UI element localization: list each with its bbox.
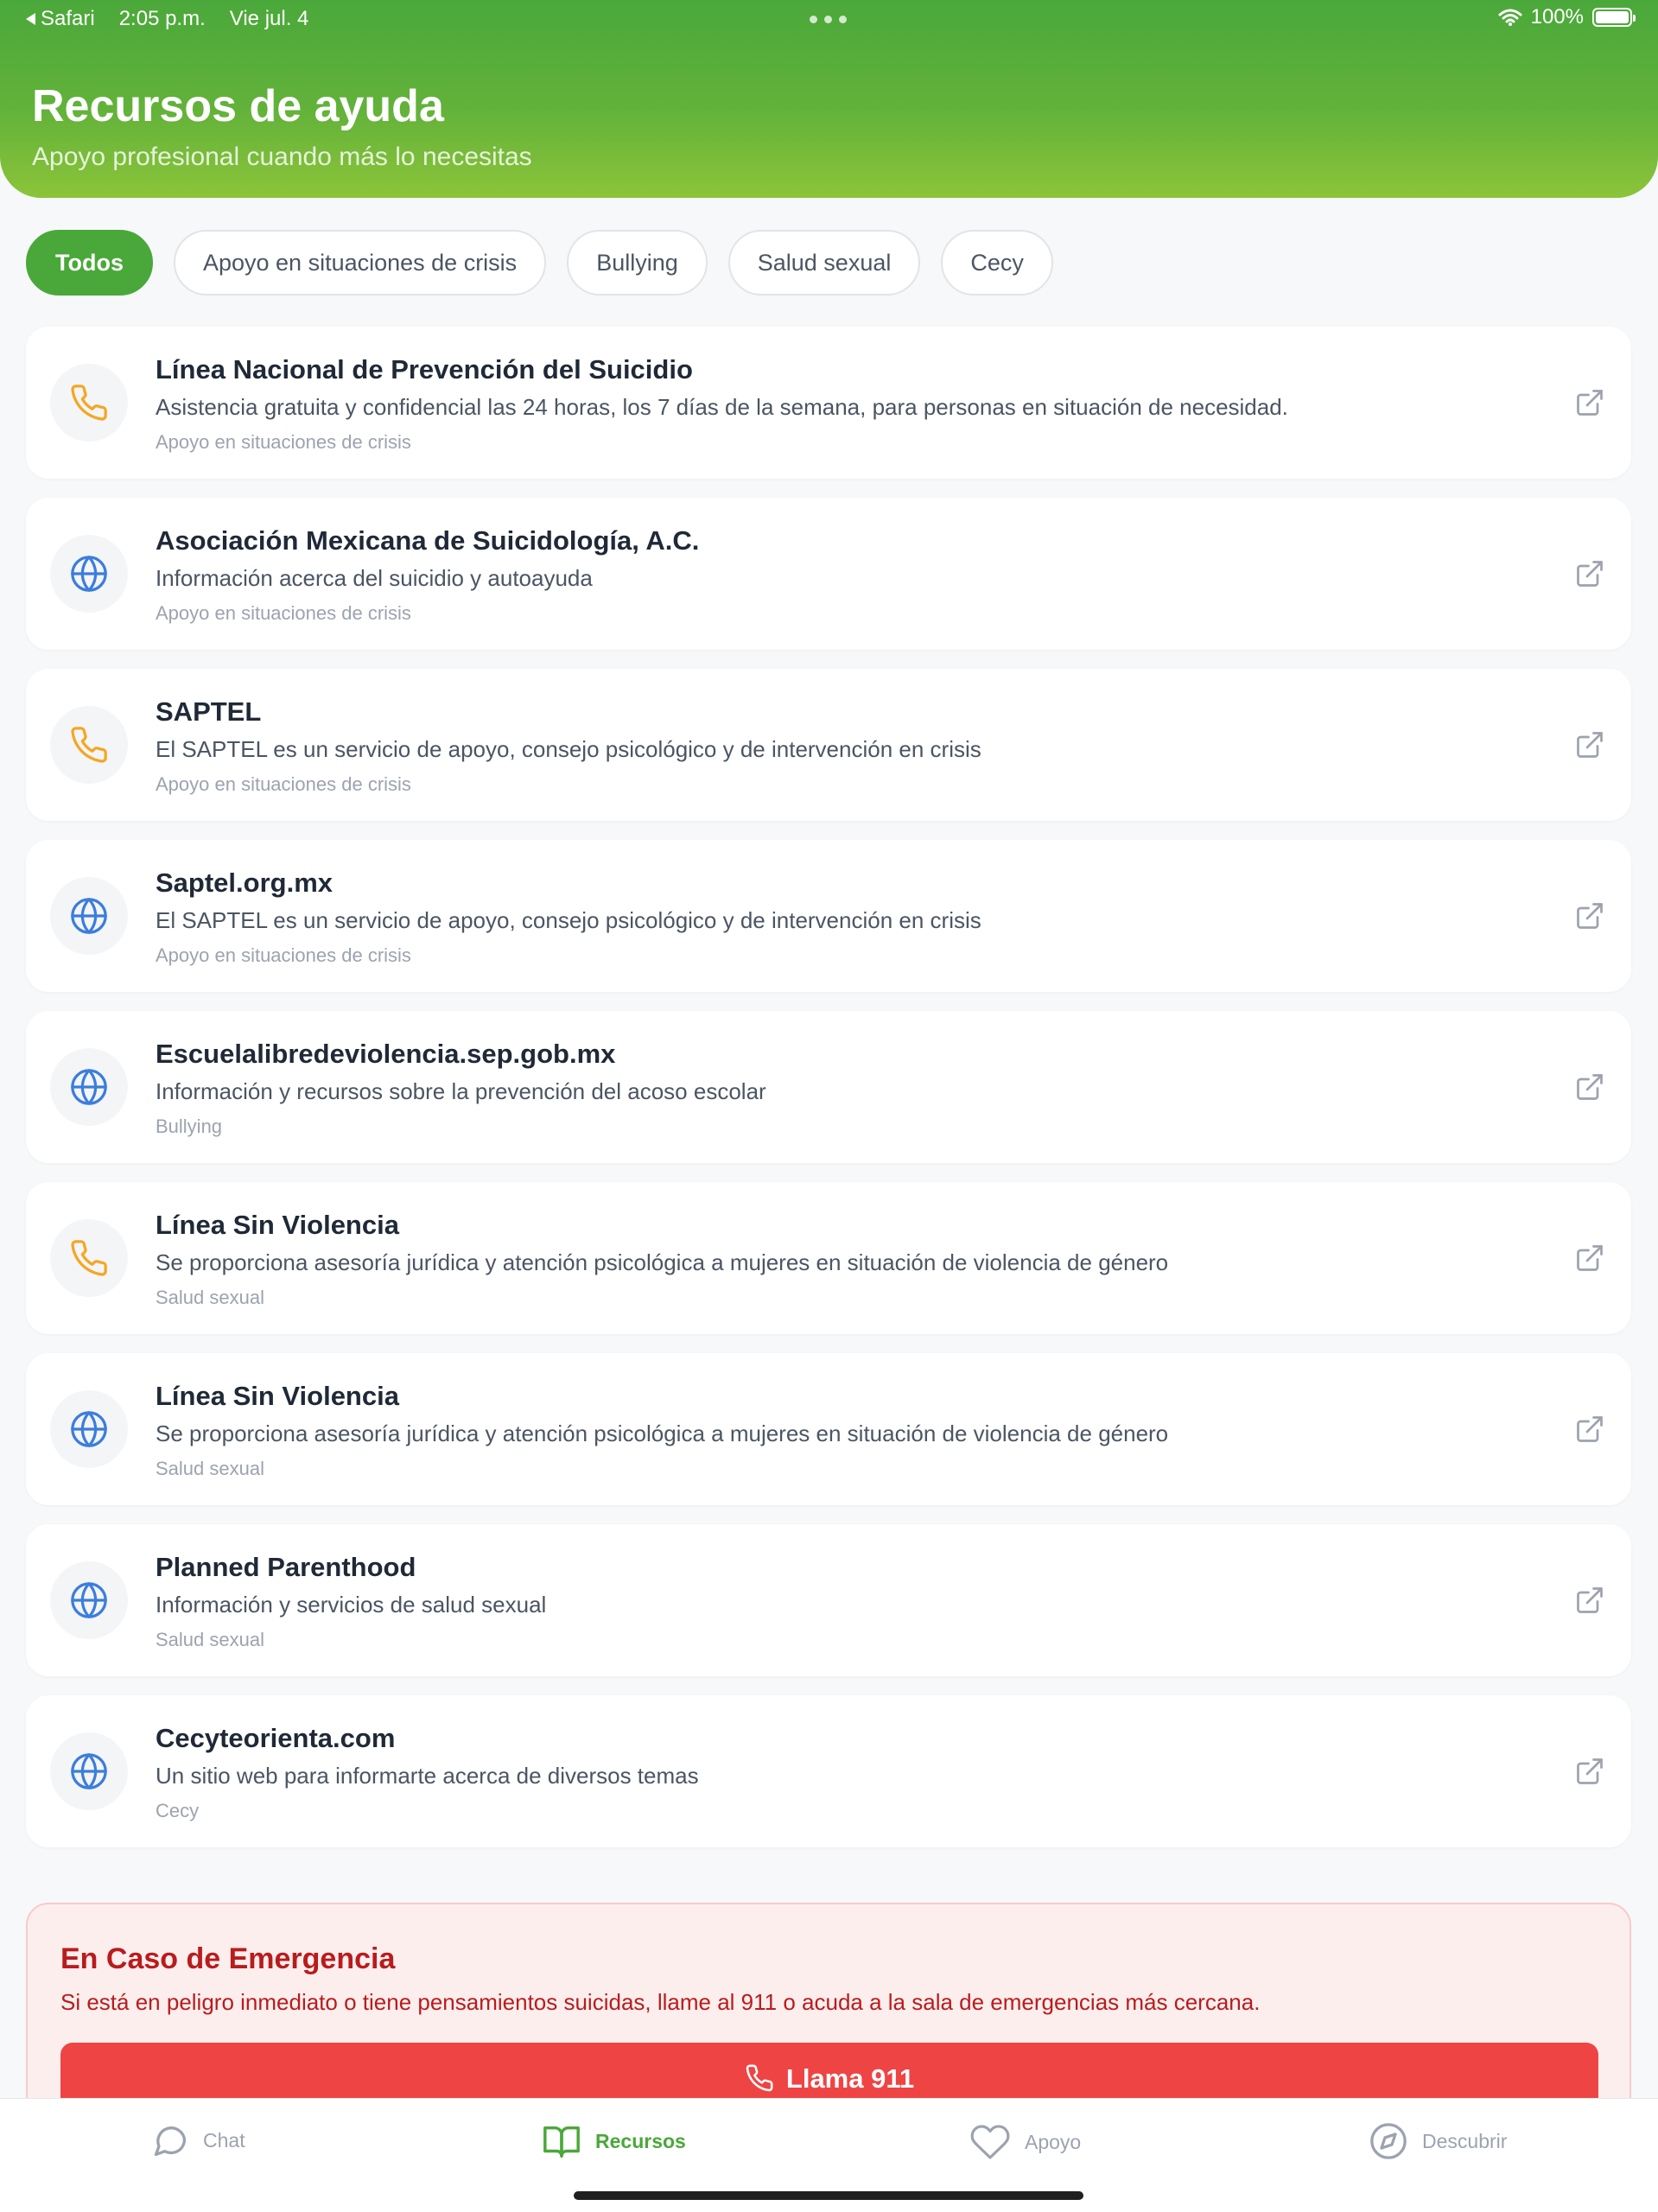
resource-description: Información y servicios de salud sexual (156, 1592, 547, 1618)
external-link-icon[interactable] (1574, 1756, 1605, 1787)
heart-icon (969, 2121, 1011, 2163)
filter-chip[interactable]: Cecy (941, 230, 1053, 296)
home-indicator[interactable] (574, 2191, 1083, 2200)
app-screen: Safari 2:05 p.m. Vie jul. 4 100% Recurso… (0, 0, 1658, 2212)
page-title: Recursos de ayuda (32, 81, 444, 131)
tab-label: Chat (203, 2128, 245, 2152)
filter-chip[interactable]: Apoyo en situaciones de crisis (173, 230, 547, 296)
resource-card[interactable]: Línea Sin Violencia Se proporciona asesor… (26, 1353, 1631, 1505)
tab-descubrir[interactable]: Descubrir (1369, 2121, 1507, 2161)
status-date: Vie jul. 4 (229, 7, 309, 30)
resource-card[interactable]: Escuelalibredeviolencia.sep.gob.mx Inform… (26, 1011, 1631, 1163)
page-subtitle: Apoyo profesional cuando más lo necesita… (32, 143, 532, 171)
resource-description: Se proporciona asesoría jurídica y atenc… (156, 1421, 1169, 1446)
external-link-icon[interactable] (1574, 1071, 1605, 1103)
category-filters: Todos Apoyo en situaciones de crisis Bully… (26, 230, 1053, 296)
external-link-icon[interactable] (1574, 558, 1605, 589)
resource-name: SAPTEL (156, 696, 262, 727)
resource-name: Línea Sin Violencia (156, 1210, 399, 1240)
status-bar: Safari 2:05 p.m. Vie jul. 4 100% (0, 0, 1658, 40)
resource-category: Salud sexual (156, 1458, 264, 1479)
resource-card[interactable]: Saptel.org.mx El SAPTEL es un servicio de… (26, 840, 1631, 992)
tab-recursos[interactable]: Recursos (542, 2121, 686, 2161)
resource-category: Bullying (156, 1116, 223, 1137)
phone-icon (746, 2064, 773, 2092)
external-link-icon[interactable] (1574, 900, 1605, 931)
header: Safari 2:05 p.m. Vie jul. 4 100% Recurso… (0, 0, 1658, 198)
book-icon (542, 2121, 581, 2161)
compass-icon (1369, 2121, 1408, 2161)
globe-icon (50, 1732, 128, 1810)
tab-label: Apoyo (1025, 2130, 1082, 2153)
external-link-icon[interactable] (1574, 1414, 1605, 1445)
resource-card[interactable]: Línea Sin Violencia Se proporciona asesor… (26, 1182, 1631, 1334)
globe-icon (50, 1561, 128, 1639)
resource-category: Apoyo en situaciones de crisis (156, 602, 411, 624)
external-link-icon[interactable] (1574, 1585, 1605, 1616)
resource-description: Información acerca del suicidio y autoay… (156, 565, 593, 591)
battery-percent: 100% (1530, 5, 1584, 29)
resource-name: Línea Sin Violencia (156, 1381, 399, 1411)
emergency-text: Si está en peligro inmediato o tiene pen… (60, 1989, 1261, 2015)
resource-name: Línea Nacional de Prevención del Suicidi… (156, 354, 693, 385)
globe-icon (50, 877, 128, 955)
resource-category: Salud sexual (156, 1287, 264, 1308)
multitasking-dots-icon[interactable] (810, 16, 847, 23)
emergency-title: En Caso de Emergencia (60, 1942, 396, 1975)
resource-description: El SAPTEL es un servicio de apoyo, conse… (156, 736, 981, 762)
chat-bubble-icon (151, 2121, 189, 2159)
resource-card[interactable]: Cecyteorienta.com Un sitio web para infor… (26, 1695, 1631, 1847)
status-time: 2:05 p.m. (118, 7, 206, 30)
tab-label: Recursos (595, 2129, 686, 2152)
tab-chat[interactable]: Chat (151, 2121, 245, 2159)
tab-bar: Chat Recursos Apoyo Descubrir (0, 2098, 1658, 2212)
resource-card[interactable]: SAPTEL El SAPTEL es un servicio de apoyo,… (26, 669, 1631, 821)
wifi-icon (1498, 9, 1522, 26)
resource-description: Asistencia gratuita y confidencial las 2… (156, 394, 1288, 420)
external-link-icon[interactable] (1574, 1243, 1605, 1274)
resource-card[interactable]: Planned Parenthood Información y servicio… (26, 1524, 1631, 1676)
resource-name: Planned Parenthood (156, 1552, 416, 1582)
phone-icon (50, 706, 128, 784)
external-link-icon[interactable] (1574, 729, 1605, 760)
external-link-icon[interactable] (1574, 387, 1605, 418)
globe-icon (50, 535, 128, 613)
resource-card[interactable]: Asociación Mexicana de Suicidología, A.C… (26, 498, 1631, 650)
phone-icon (50, 364, 128, 442)
resource-description: Un sitio web para informarte acerca de d… (156, 1763, 699, 1789)
resource-description: Se proporciona asesoría jurídica y atenc… (156, 1249, 1169, 1275)
resource-category: Salud sexual (156, 1629, 264, 1650)
resource-name: Cecyteorienta.com (156, 1723, 396, 1753)
back-arrow-icon (26, 13, 35, 25)
filter-chip[interactable]: Salud sexual (727, 230, 921, 296)
resource-name: Escuelalibredeviolencia.sep.gob.mx (156, 1039, 616, 1069)
call-911-label: Llama 911 (785, 2063, 915, 2094)
resource-card[interactable]: Línea Nacional de Prevención del Suicidi… (26, 327, 1631, 479)
phone-icon (50, 1219, 128, 1297)
back-to-app-button[interactable]: Safari (26, 7, 95, 31)
globe-icon (50, 1048, 128, 1126)
resource-description: Información y recursos sobre la prevenci… (156, 1078, 766, 1104)
resource-list: Línea Nacional de Prevención del Suicidi… (26, 327, 1631, 1866)
resource-category: Apoyo en situaciones de crisis (156, 944, 411, 966)
filter-chip[interactable]: Todos (26, 230, 153, 296)
globe-icon (50, 1390, 128, 1468)
battery-icon (1592, 8, 1636, 27)
resource-category: Cecy (156, 1800, 200, 1821)
tab-apoyo[interactable]: Apoyo (969, 2121, 1081, 2163)
resource-category: Apoyo en situaciones de crisis (156, 431, 411, 453)
resource-name: Asociación Mexicana de Suicidología, A.C… (156, 525, 700, 556)
resource-name: Saptel.org.mx (156, 868, 333, 898)
resource-description: El SAPTEL es un servicio de apoyo, conse… (156, 907, 981, 933)
tab-label: Descubrir (1422, 2129, 1508, 2152)
back-app-label: Safari (41, 7, 95, 30)
filter-chip[interactable]: Bullying (567, 230, 708, 296)
resource-category: Apoyo en situaciones de crisis (156, 773, 411, 795)
